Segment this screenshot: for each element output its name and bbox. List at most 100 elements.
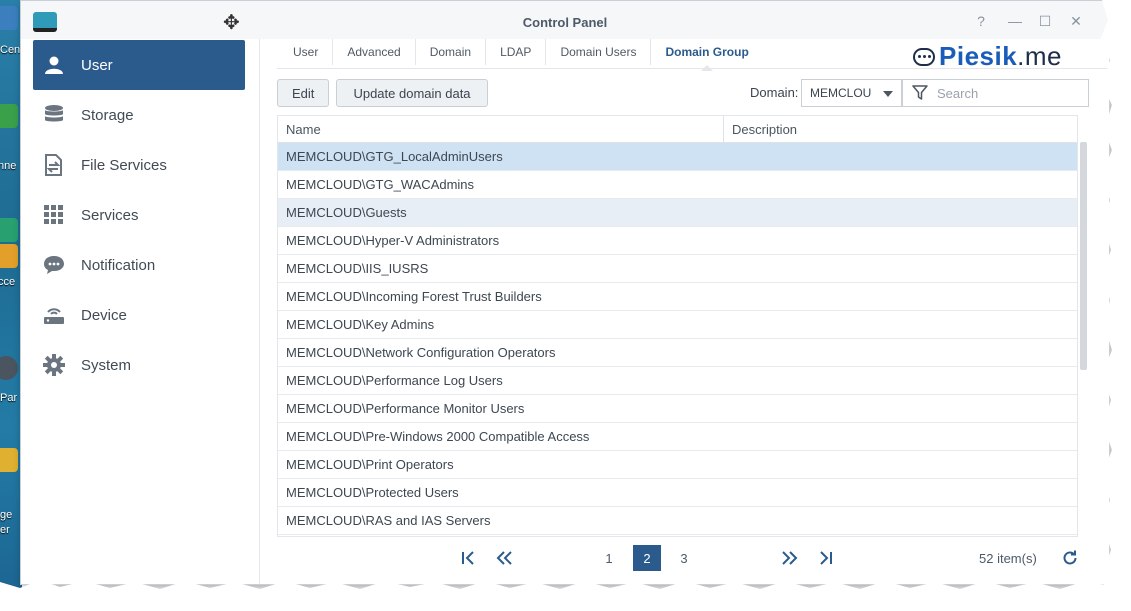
group-name-cell: MEMCLOUD\Key Admins	[286, 317, 435, 332]
sidebar-item-services[interactable]: Services	[33, 190, 245, 240]
group-name-cell: MEMCLOUD\GTG_LocalAdminUsers	[286, 149, 503, 164]
tab-domain[interactable]: Domain	[416, 39, 487, 65]
tab-domain-group[interactable]: Domain Group	[651, 39, 762, 65]
group-name-cell: MEMCLOUD\IIS_IUSRS	[286, 261, 429, 276]
group-name-cell: MEMCLOUD\Performance Monitor Users	[286, 401, 525, 416]
group-name-cell: MEMCLOUD\GTG_WACAdmins	[286, 177, 475, 192]
search-input[interactable]	[937, 85, 1087, 101]
search-field[interactable]	[902, 79, 1089, 107]
sidebar-item-notification[interactable]: Notification	[33, 240, 245, 290]
tab-domain-users[interactable]: Domain Users	[546, 39, 652, 65]
first-page-icon[interactable]	[457, 545, 479, 571]
desktop-icon-label: Cen	[0, 44, 21, 56]
desktop-icon-label: nne	[0, 160, 17, 172]
column-header-description[interactable]: Description	[724, 116, 1077, 143]
table-row[interactable]: MEMCLOUD\IIS_IUSRS	[278, 255, 1077, 283]
logo-tld: .me	[1017, 41, 1063, 71]
sidebar-item-label: File Services	[81, 156, 167, 174]
domain-select-value: MEMCLOU	[810, 86, 872, 100]
maximize-button[interactable]: ☐	[1036, 13, 1054, 30]
desktop-background: Cen nne cce Par ge er	[0, 0, 22, 611]
gear-icon	[43, 354, 65, 376]
minimize-button[interactable]: —	[1006, 13, 1024, 29]
desktop-app-icon[interactable]	[0, 356, 18, 380]
domain-label: Domain:	[750, 85, 799, 100]
table-row[interactable]: MEMCLOUD\Guests	[278, 199, 1077, 227]
group-name-cell: MEMCLOUD\Performance Log Users	[286, 373, 503, 388]
vertical-scrollbar[interactable]	[1080, 142, 1087, 370]
column-header-name[interactable]: Name	[278, 116, 724, 143]
table-row[interactable]: MEMCLOUD\Pre-Windows 2000 Compatible Acc…	[278, 423, 1077, 451]
grid-header: Name Description	[278, 116, 1077, 143]
grid-icon	[43, 204, 65, 226]
help-button[interactable]: ?	[972, 13, 990, 29]
sidebar-item-label: Storage	[81, 106, 134, 124]
sidebar: User Storage File Services Services Noti…	[21, 39, 260, 584]
sidebar-item-storage[interactable]: Storage	[33, 90, 245, 140]
sidebar-item-system[interactable]: System	[33, 340, 245, 390]
torn-edge-bottom	[0, 580, 1131, 611]
control-panel-window: ✥ Control Panel ? — ☐ ✕ User Storage Fil…	[20, 0, 1110, 585]
table-row[interactable]: MEMCLOUD\Hyper-V Administrators	[278, 227, 1077, 255]
chevron-down-icon	[883, 91, 893, 97]
sidebar-item-label: Services	[81, 206, 139, 224]
chat-bubble-icon	[43, 254, 65, 276]
group-name-cell: MEMCLOUD\Print Operators	[286, 457, 454, 472]
domain-select[interactable]: MEMCLOU	[801, 79, 902, 107]
table-row[interactable]: MEMCLOUD\Performance Monitor Users	[278, 395, 1077, 423]
pagination-bar: 1 2 3 52 item(s)	[277, 543, 1109, 573]
next-page-icon[interactable]	[777, 545, 801, 571]
refresh-icon[interactable]	[1059, 547, 1081, 569]
desktop-app-icon[interactable]	[0, 448, 18, 472]
filter-icon[interactable]	[909, 82, 931, 104]
torn-edge-right	[1090, 0, 1131, 611]
page-button-current[interactable]: 2	[633, 545, 661, 571]
sidebar-item-user[interactable]: User	[33, 40, 245, 90]
tab-ldap[interactable]: LDAP	[486, 39, 547, 65]
group-name-cell: MEMCLOUD\Incoming Forest Trust Builders	[286, 289, 542, 304]
desktop-app-icon[interactable]	[0, 104, 18, 128]
table-row[interactable]: MEMCLOUD\Incoming Forest Trust Builders	[278, 283, 1077, 311]
tab-advanced[interactable]: Advanced	[333, 39, 416, 65]
sidebar-item-label: Device	[81, 306, 127, 324]
table-row[interactable]: MEMCLOUD\RAS and IAS Servers	[278, 507, 1077, 535]
table-row[interactable]: MEMCLOUD\Protected Users	[278, 479, 1077, 507]
file-transfer-icon	[43, 154, 65, 176]
group-name-cell: MEMCLOUD\RAS and IAS Servers	[286, 513, 491, 528]
page-button[interactable]: 3	[670, 545, 698, 571]
table-row[interactable]: MEMCLOUD\Key Admins	[278, 311, 1077, 339]
edit-button[interactable]: Edit	[277, 79, 330, 107]
tab-user[interactable]: User	[279, 39, 334, 65]
last-page-icon[interactable]	[815, 545, 837, 571]
item-count: 52 item(s)	[979, 551, 1037, 566]
desktop-app-icon[interactable]	[0, 6, 18, 30]
table-row[interactable]: MEMCLOUD\GTG_WACAdmins	[278, 171, 1077, 199]
tab-bar: User Advanced Domain LDAP Domain Users D…	[279, 39, 763, 69]
update-domain-data-button[interactable]: Update domain data	[336, 79, 488, 107]
table-row[interactable]: MEMCLOUD\Network Configuration Operators	[278, 339, 1077, 367]
user-icon	[43, 54, 65, 76]
piesik-logo: Piesik .me	[913, 41, 1062, 72]
sidebar-item-label: User	[81, 56, 113, 74]
database-icon	[43, 104, 65, 126]
table-row[interactable]: MEMCLOUD\GTG_LocalAdminUsers	[278, 143, 1077, 171]
sidebar-item-file-services[interactable]: File Services	[33, 140, 245, 190]
close-button[interactable]: ✕	[1067, 13, 1085, 30]
group-name-cell: MEMCLOUD\Network Configuration Operators	[286, 345, 556, 360]
previous-page-icon[interactable]	[493, 545, 517, 571]
desktop-icon-label: ge	[0, 509, 13, 521]
desktop-icon-label: cce	[0, 276, 16, 288]
title-bar[interactable]: ✥ Control Panel ? — ☐ ✕	[21, 1, 1109, 39]
desktop-icon-label: Par	[0, 392, 18, 404]
sidebar-item-device[interactable]: Device	[33, 290, 245, 340]
group-name-cell: MEMCLOUD\Protected Users	[286, 485, 459, 500]
desktop-app-icon[interactable]	[0, 218, 18, 242]
grid-body: MEMCLOUD\GTG_LocalAdminUsers MEMCLOUD\GTG…	[278, 143, 1077, 535]
desktop-app-icon[interactable]	[0, 244, 18, 268]
table-row[interactable]: MEMCLOUD\Performance Log Users	[278, 367, 1077, 395]
table-row[interactable]: MEMCLOUD\Print Operators	[278, 451, 1077, 479]
group-name-cell: MEMCLOUD\Guests	[286, 205, 407, 220]
speech-bubble-icon	[913, 47, 935, 66]
group-name-cell: MEMCLOUD\Pre-Windows 2000 Compatible Acc…	[286, 429, 590, 444]
page-button[interactable]: 1	[595, 545, 623, 571]
